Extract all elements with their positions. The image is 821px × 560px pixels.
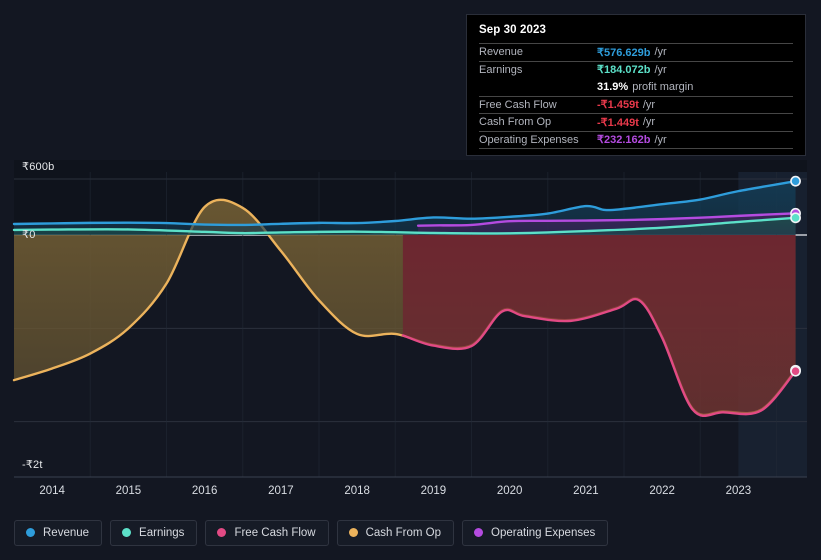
- legend-item-label: Revenue: [43, 526, 90, 539]
- tooltip-row-unit: /yr: [654, 63, 667, 76]
- endpoint-marker-free-cash-flow[interactable]: [790, 365, 801, 377]
- tooltip-row-value: ₹184.072b: [597, 64, 651, 77]
- x-axis-tick-label: 2014: [39, 485, 65, 497]
- legend-item-label: Earnings: [139, 526, 185, 539]
- x-axis-tick-label: 2021: [573, 485, 599, 497]
- tooltip-rows: Revenue ₹576.629b/yr Earnings ₹184.072b/yr 3…: [479, 43, 793, 148]
- x-axis-tick-label: 2015: [115, 485, 142, 497]
- legend-item-label: Cash From Op: [365, 526, 442, 539]
- tooltip-row: Operating Expenses ₹232.162b/yr: [479, 130, 793, 149]
- financial-chart-widget: ₹600b ₹0 -₹2t 2014 2015 2016 2017 2018 2019 2020…: [0, 0, 821, 560]
- tooltip-row-value: ₹576.629b: [597, 46, 651, 59]
- legend-item-free-cash-flow[interactable]: Free Cash Flow: [205, 519, 329, 546]
- tooltip-row-value: -₹1.459t: [597, 99, 639, 112]
- tooltip-row-value: 31.9%: [597, 80, 629, 93]
- tooltip-row-unit: /yr: [654, 46, 667, 59]
- tooltip-row: Revenue ₹576.629b/yr: [479, 43, 793, 61]
- tooltip-row-label: Earnings: [479, 63, 523, 76]
- tooltip-bottom-rule: [479, 148, 793, 149]
- y-axis-tick-label: ₹600b: [22, 161, 55, 173]
- legend-item-operating-expenses[interactable]: Operating Expenses: [462, 519, 609, 546]
- tooltip-row: 31.9% profit margin: [479, 78, 793, 96]
- legend-item-label: Free Cash Flow: [234, 526, 316, 539]
- tooltip-row-value: ₹232.162b: [597, 134, 651, 147]
- tooltip-row-unit: /yr: [654, 133, 667, 146]
- legend-item-label: Operating Expenses: [491, 526, 596, 539]
- legend-color-dot-icon: [122, 528, 132, 537]
- y-axis-tick-label: ₹0: [22, 229, 36, 241]
- endpoint-marker-revenue[interactable]: [790, 175, 801, 187]
- x-axis-tick-label: 2016: [191, 485, 218, 497]
- legend-color-dot-icon: [26, 528, 35, 537]
- x-axis-tick-label: 2018: [344, 485, 370, 497]
- tooltip-row-label: Revenue: [479, 46, 524, 59]
- legend-color-dot-icon: [217, 528, 227, 537]
- x-axis-tick-label: 2019: [420, 485, 447, 497]
- endpoint-marker-earnings[interactable]: [790, 212, 801, 224]
- tooltip-row-unit: /yr: [642, 116, 656, 129]
- x-axis-tick-label: 2023: [725, 485, 752, 497]
- data-tooltip: Sep 30 2023 Revenue ₹576.629b/yr Earnings ₹…: [466, 14, 806, 156]
- tooltip-row-label: Free Cash Flow: [479, 98, 557, 111]
- x-axis-tick-label: 2022: [649, 485, 675, 497]
- y-axis-tick-label: -₹2t: [22, 459, 43, 471]
- tooltip-row: Cash From Op -₹1.449t/yr: [479, 113, 793, 131]
- chart-legend: Revenue Earnings Free Cash Flow Cash From O…: [0, 505, 821, 560]
- tooltip-row-unit: /yr: [642, 98, 656, 111]
- tooltip-date: Sep 30 2023: [479, 24, 546, 36]
- tooltip-row-label: Cash From Op: [479, 116, 552, 129]
- legend-item-revenue[interactable]: Revenue: [14, 519, 103, 546]
- x-axis-tick-label: 2017: [268, 485, 294, 497]
- x-axis-tick-label: 2020: [496, 485, 523, 497]
- tooltip-row: Earnings ₹184.072b/yr: [479, 60, 793, 79]
- tooltip-row-unit: profit margin: [632, 80, 694, 93]
- tooltip-row: Free Cash Flow -₹1.459t/yr: [479, 95, 793, 114]
- tooltip-row-label: Operating Expenses: [479, 133, 579, 146]
- legend-item-earnings[interactable]: Earnings: [110, 519, 198, 546]
- legend-color-dot-icon: [348, 528, 358, 537]
- legend-item-cash-from-op[interactable]: Cash From Op: [336, 519, 455, 546]
- legend-color-dot-icon: [474, 528, 484, 537]
- tooltip-row-value: -₹1.449t: [597, 116, 639, 129]
